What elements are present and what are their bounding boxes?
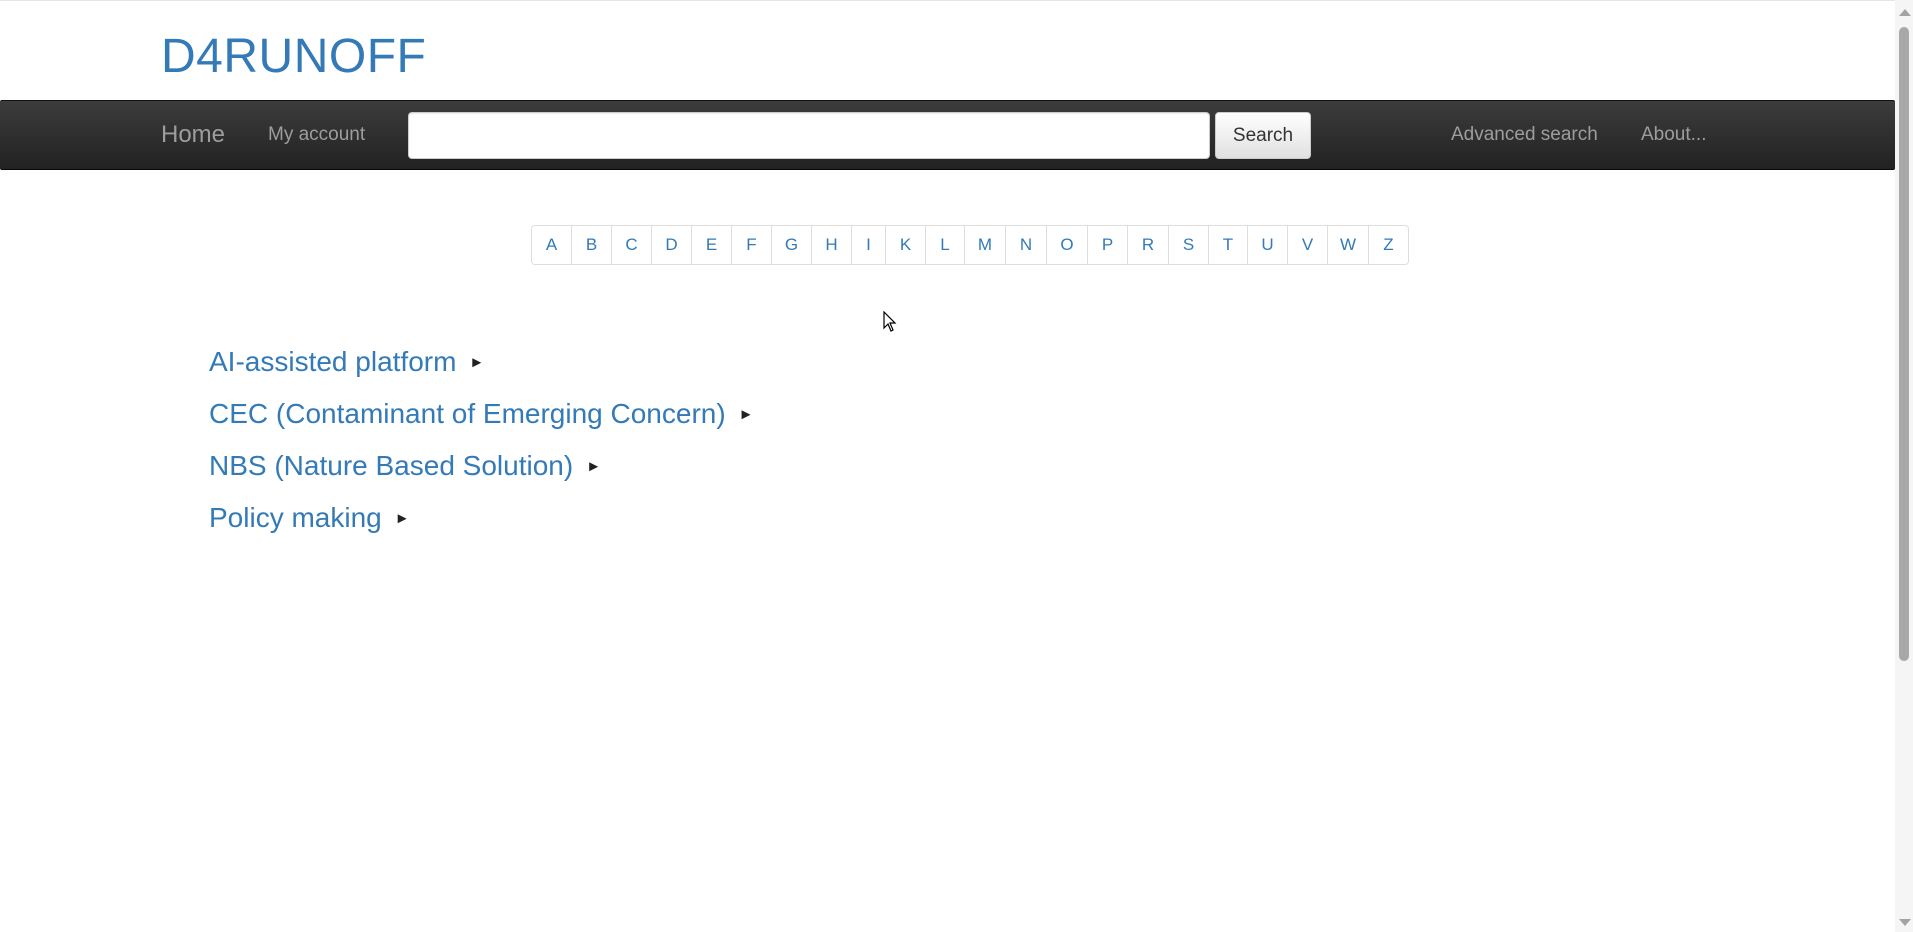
topic-item: AI-assisted platform ► [209,336,754,388]
scroll-up-arrow-icon[interactable] [1899,9,1911,16]
search-button[interactable]: Search [1215,112,1311,159]
alphabet-letter-k[interactable]: K [885,226,925,264]
alphabet-letter-o[interactable]: O [1046,226,1087,264]
alphabet-letter-e[interactable]: E [691,226,731,264]
topic-item: CEC (Contaminant of Emerging Concern) ► [209,388,754,440]
alphabet-letter-m[interactable]: M [964,226,1005,264]
alphabet-letter-z[interactable]: Z [1368,226,1408,264]
alphabet-letter-c[interactable]: C [611,226,651,264]
alphabet-letter-n[interactable]: N [1005,226,1046,264]
alphabet-letter-r[interactable]: R [1127,226,1168,264]
alphabet-letter-v[interactable]: V [1287,226,1327,264]
top-border [0,0,1895,4]
topic-link[interactable]: AI-assisted platform [209,346,456,378]
alphabet-letter-t[interactable]: T [1208,226,1247,264]
alphabet-letter-p[interactable]: P [1087,226,1127,264]
topic-link[interactable]: NBS (Nature Based Solution) [209,450,573,482]
expand-triangle-icon[interactable]: ► [739,406,754,423]
topic-list: AI-assisted platform ► CEC (Contaminant of… [209,336,754,544]
alphabet-letter-u[interactable]: U [1247,226,1287,264]
alphabet-letter-h[interactable]: H [811,226,851,264]
alphabet-index: ABCDEFGHIKLMNOPRSTUVWZ [531,225,1409,265]
alphabet-letter-f[interactable]: F [731,226,771,264]
alphabet-letter-l[interactable]: L [925,226,964,264]
vertical-scrollbar[interactable] [1895,0,1913,932]
expand-triangle-icon[interactable]: ► [586,458,601,475]
alphabet-letter-s[interactable]: S [1168,226,1208,264]
topic-link[interactable]: Policy making [209,502,382,534]
scroll-down-arrow-icon[interactable] [1899,919,1911,926]
navbar: Home My account Search Advanced search A… [0,100,1895,170]
alphabet-letter-d[interactable]: D [651,226,691,264]
topic-item: NBS (Nature Based Solution) ► [209,440,754,492]
site-logo-title[interactable]: D4RUNOFF [161,28,426,86]
expand-triangle-icon[interactable]: ► [469,354,484,371]
alphabet-letter-g[interactable]: G [771,226,811,264]
nav-advanced-search-link[interactable]: Advanced search [1451,124,1598,146]
mouse-cursor-icon [883,311,897,332]
expand-triangle-icon[interactable]: ► [395,510,410,527]
nav-my-account-link[interactable]: My account [268,124,365,146]
nav-home-link[interactable]: Home [161,121,225,149]
alphabet-letter-a[interactable]: A [532,226,571,264]
alphabet-letter-b[interactable]: B [571,226,611,264]
alphabet-letter-i[interactable]: I [851,226,885,264]
topic-item: Policy making ► [209,492,754,544]
alphabet-letter-w[interactable]: W [1327,226,1368,264]
search-input[interactable] [408,112,1210,159]
scrollbar-thumb[interactable] [1899,27,1909,661]
nav-about-link[interactable]: About... [1641,124,1707,146]
topic-link[interactable]: CEC (Contaminant of Emerging Concern) [209,398,726,430]
